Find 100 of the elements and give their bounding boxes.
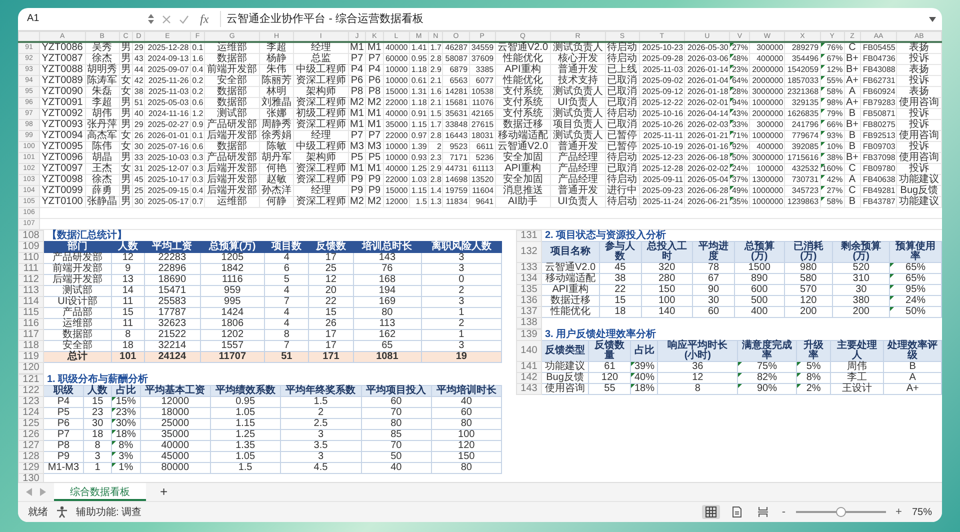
table-cell: 23% <box>730 64 750 76</box>
table-cell: 性能优化 <box>495 76 550 86</box>
column-header: 项目名称 <box>542 242 600 262</box>
table-cell: 2025-02-27 <box>144 120 190 130</box>
table-cell: UI负责人 <box>550 98 606 108</box>
row-number: 127 <box>18 440 44 452</box>
row-number: 112 <box>18 274 44 286</box>
table-cell: 4.5 <box>280 462 362 474</box>
dropdown-caret-icon[interactable] <box>929 16 936 22</box>
table-cell: 林明 <box>259 86 294 98</box>
table-cell: 10% <box>820 142 844 152</box>
table-cell: 2024-11-16 <box>144 108 190 120</box>
cancel-icon[interactable] <box>162 14 171 24</box>
total-cell: 1081 <box>353 352 422 362</box>
table-cell: 前端开发部 <box>204 64 260 76</box>
table-cell: 2026-06-28 <box>684 186 730 196</box>
table-cell: 2.9 <box>428 64 443 76</box>
column-header: 占比 <box>112 386 140 396</box>
spinner-icon[interactable] <box>148 14 154 24</box>
table-cell: 30% <box>112 418 140 430</box>
table-cell: 后端开发部 <box>44 274 112 286</box>
normal-view-button[interactable] <box>702 505 720 519</box>
table-cell: 2025-09-02 <box>639 76 685 86</box>
error-indicator-icon <box>112 419 116 423</box>
table-cell: 经理 <box>294 42 348 54</box>
error-indicator-icon <box>820 142 825 146</box>
table-cell: 李超 <box>85 98 120 108</box>
table-cell: YZT0086 <box>40 42 86 54</box>
table-cell: 2026-02-02 <box>684 164 730 174</box>
formula-field[interactable]: 云智通企业协作平台 - 综合运营数据看板 <box>220 11 921 27</box>
row-number: 118 <box>18 340 44 352</box>
table-cell: 待启动 <box>605 108 640 120</box>
table-cell: 7171 <box>442 152 470 164</box>
table-cell: 70 <box>361 440 432 452</box>
row-number: 122 <box>18 386 44 396</box>
error-indicator-icon <box>797 384 802 388</box>
table-cell: 男 <box>119 186 133 196</box>
table-cell: 22283 <box>144 252 200 264</box>
table-cell: 1239863 <box>784 196 820 208</box>
table-cell: 1715616 <box>784 152 820 164</box>
table-cell: 60 <box>361 396 432 408</box>
table-cell: P8 <box>44 440 84 452</box>
table-cell: 1300000 <box>750 174 785 186</box>
column-header: 平均进度 <box>692 242 735 262</box>
table-cell: 22000 <box>383 174 410 186</box>
name-box[interactable]: A1 <box>24 11 140 27</box>
table-cell: 45 <box>599 262 642 274</box>
table-cell: P6 <box>44 418 84 430</box>
table-cell: 技术支持 <box>550 76 606 86</box>
table-cell: 45000 <box>140 452 210 462</box>
column-header: 总预算(万) <box>200 242 265 252</box>
table-cell: 已暂停 <box>605 142 640 152</box>
table-cell: 8% <box>112 440 140 452</box>
error-indicator-icon <box>797 362 802 366</box>
error-indicator-icon <box>112 430 116 434</box>
table-cell: 刘雅晶 <box>259 98 294 108</box>
add-sheet-button[interactable]: + <box>154 484 174 500</box>
column-header: 反馈类型 <box>542 340 588 362</box>
accessibility-icon[interactable] <box>56 506 68 518</box>
table-cell: C <box>844 164 860 174</box>
table-cell: B <box>844 142 860 152</box>
error-indicator-icon <box>890 285 894 289</box>
table-cell: 65% <box>890 262 942 274</box>
confirm-icon[interactable] <box>179 14 189 24</box>
table-cell: M2 <box>366 196 384 208</box>
function-button[interactable]: fx <box>197 12 212 26</box>
table-cell: FB40638 <box>860 174 897 186</box>
accessibility-status[interactable]: 辅助功能: 调查 <box>76 505 142 519</box>
table-cell: 5236 <box>469 152 496 164</box>
column-header: 项目数 <box>264 242 309 252</box>
table-cell: YZT0099 <box>40 186 86 196</box>
zoom-in-button[interactable]: + <box>894 506 904 518</box>
table-cell: 2.5 <box>280 418 362 430</box>
table-cell: FB09780 <box>860 164 897 174</box>
row-number: 140 <box>516 340 542 362</box>
table-cell: 3.5 <box>280 440 362 452</box>
table-cell: 资深工程师 <box>294 98 348 108</box>
table-cell: M2 <box>366 98 384 108</box>
zoom-slider-thumb[interactable] <box>836 507 846 517</box>
table-cell: 1.2 <box>190 108 205 120</box>
table-cell: 0.2 <box>190 86 205 98</box>
section-title: 2. 项目状态与资源投入分析 <box>545 230 666 241</box>
table-cell: 95% <box>890 284 942 296</box>
table-cell: 云智通V2.0 <box>542 262 600 274</box>
table-cell: A+ <box>884 384 942 394</box>
table-cell: 61 <box>588 362 631 372</box>
zoom-out-button[interactable]: - <box>780 506 788 518</box>
table-cell: 18 <box>599 306 642 318</box>
table-cell: 143 <box>353 252 422 264</box>
row-number: 138 <box>516 318 542 328</box>
table-cell: 已取消 <box>605 98 640 108</box>
table-cell: FB79283 <box>860 98 897 108</box>
table-cell: 61113 <box>469 164 496 174</box>
table-cell: 2 <box>428 142 443 152</box>
table-cell: 25 <box>132 186 145 196</box>
sheet-tab[interactable]: 综合数据看板 <box>54 483 146 501</box>
table-cell: 进行中 <box>605 186 640 196</box>
table-cell: 投诉 <box>896 142 942 152</box>
table-cell: Bug反馈 <box>896 186 942 196</box>
table-cell: 3 <box>421 252 502 264</box>
